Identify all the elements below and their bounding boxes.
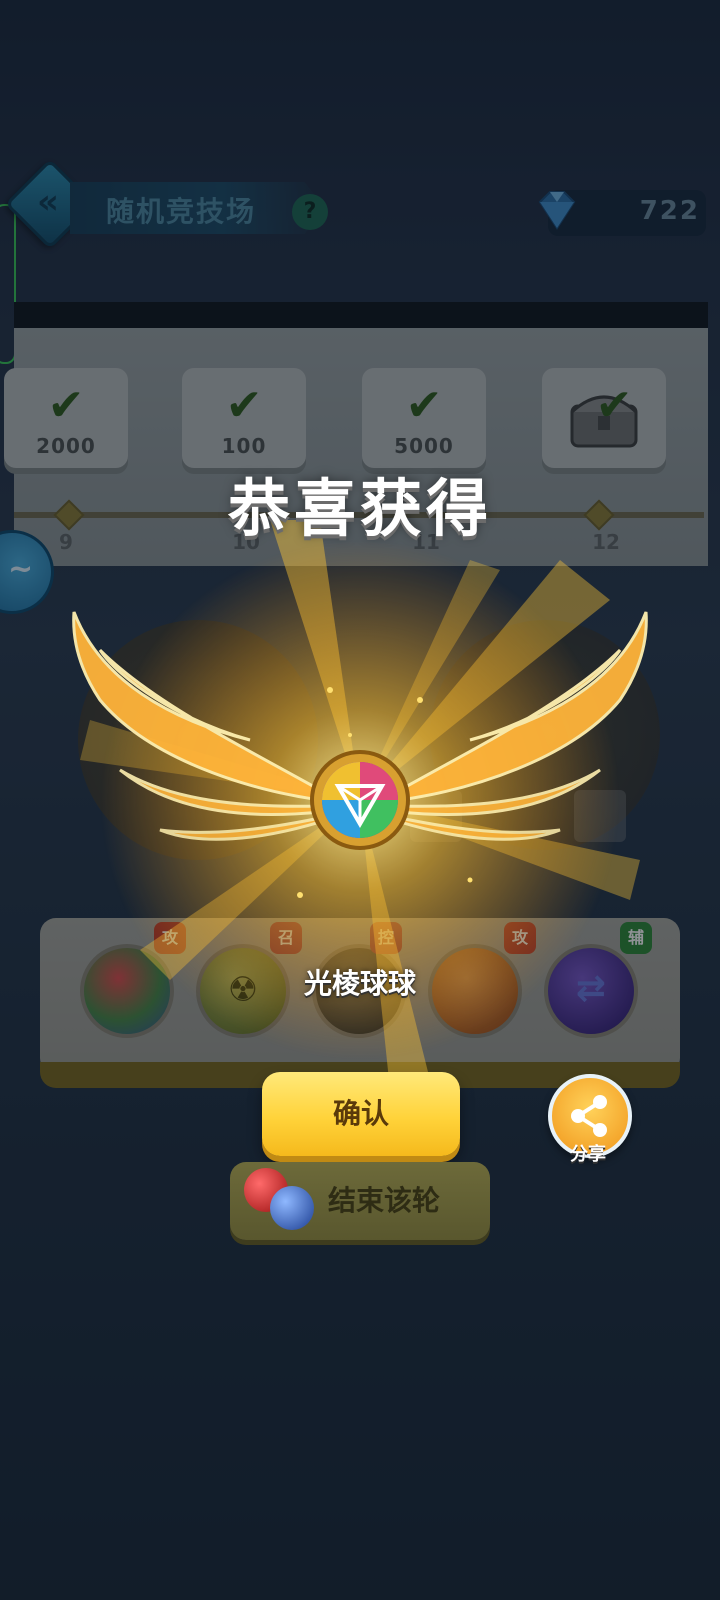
hidden-badge-left [78,620,318,860]
reward-item-name: 光棱球球 [303,967,416,1000]
diamond-icon [538,191,576,230]
skill-tag: 召 [270,922,302,954]
reward-card[interactable]: ✔ 2000 [4,368,128,468]
end-round-label: 结束该轮 [328,1184,441,1217]
slot-box [410,790,462,842]
reward-amount: 100 [221,434,267,458]
slot-box [574,790,626,842]
reward-card[interactable]: ✔ 100 [182,368,306,468]
confirm-button[interactable]: 确认 [262,1072,460,1156]
double-chevron-left-icon[interactable]: « [28,185,68,219]
blue-ball-icon [270,1186,314,1230]
reward-amount: 2000 [36,434,96,458]
skill-tag: 攻 [154,922,186,954]
reward-amount: 5000 [394,434,454,458]
skill-tag: 攻 [504,922,536,954]
arena-screen: « 随机竞技场 ? 722 ✔ 2000 ✔ 100 ✔ 5000 ✔ 9 10… [0,0,720,1600]
skill-tag: 控 [370,922,402,954]
page-title: 随机竞技场 [106,195,257,228]
check-icon: ✔ [595,380,633,431]
check-icon: ✔ [47,380,85,431]
share-label: 分享 [570,1144,606,1165]
help-button[interactable]: ? [292,194,328,230]
check-icon: ✔ [225,380,263,431]
check-icon: ✔ [405,380,443,431]
shark-icon: ~ [8,552,34,587]
gem-count: 722 [639,196,700,226]
popup-title: 恭喜获得 [227,472,492,545]
reward-card[interactable]: ✔ [542,368,666,468]
panel-header [14,302,708,328]
reward-card[interactable]: ✔ 5000 [362,368,486,468]
skill-tag: 辅 [620,922,652,954]
